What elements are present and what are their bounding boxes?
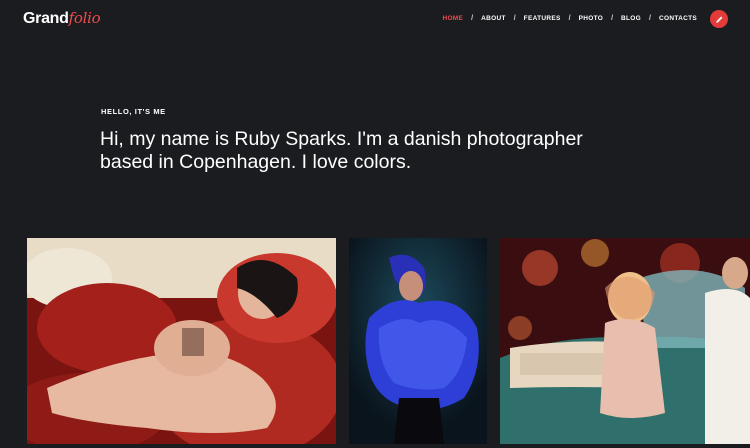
edit-button[interactable]: [710, 10, 728, 28]
logo-main-text: Grand: [23, 10, 69, 27]
nav-separator: /: [471, 15, 474, 22]
gallery-photo-1[interactable]: [27, 238, 336, 444]
main-nav: HOME / ABOUT / FEATURES / PHOTO / BLOG /…: [442, 15, 697, 22]
nav-separator: /: [611, 15, 614, 22]
gallery-photo-3[interactable]: [500, 238, 750, 444]
nav-separator: /: [649, 15, 651, 22]
site-logo[interactable]: Grandfolio: [23, 9, 101, 28]
nav-item-blog[interactable]: BLOG: [621, 15, 641, 22]
nav-item-contacts[interactable]: CONTACTS: [659, 15, 697, 22]
nav-item-about[interactable]: ABOUT: [481, 15, 506, 22]
intro-heading: Hi, my name is Ruby Sparks. I'm a danish…: [100, 128, 660, 174]
nav-item-features[interactable]: FEATURES: [524, 15, 561, 22]
intro-line-1: Hi, my name is Ruby Sparks. I'm a danish…: [100, 128, 583, 150]
intro-eyebrow: HELLO, IT'S ME: [101, 107, 166, 116]
pencil-icon: [715, 16, 722, 23]
nav-item-photo[interactable]: PHOTO: [579, 15, 604, 22]
photo-woman-blue-fur: [349, 238, 487, 444]
nav-separator: /: [513, 15, 516, 22]
photo-woman-red-sofa: [27, 238, 336, 444]
gallery-photo-2[interactable]: [349, 238, 487, 444]
nav-separator: /: [568, 15, 571, 22]
site-header: Grandfolio HOME / ABOUT / FEATURES / PHO…: [0, 0, 750, 38]
intro-line-2: based in Copenhagen. I love colors.: [100, 151, 412, 173]
photo-couple-vintage-car: [500, 238, 750, 444]
nav-item-home[interactable]: HOME: [442, 15, 463, 22]
logo-accent-text: folio: [68, 9, 101, 27]
